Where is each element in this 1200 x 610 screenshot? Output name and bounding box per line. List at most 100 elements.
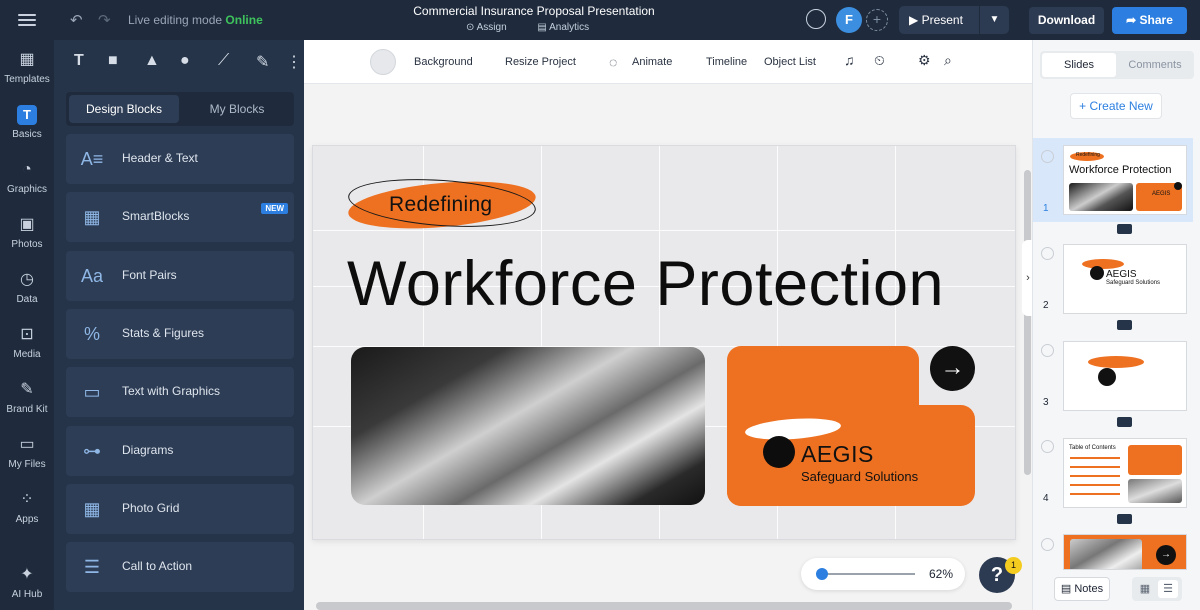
circle-tool-icon[interactable]: ●: [180, 52, 190, 70]
block-diagrams[interactable]: ⊶ Diagrams: [66, 426, 294, 476]
block-tabs: Design Blocks My Blocks: [66, 92, 294, 126]
document-title[interactable]: Commercial Insurance Proposal Presentati…: [400, 4, 668, 18]
slide-transition-icon[interactable]: [1117, 514, 1132, 524]
brand-name[interactable]: AEGIS: [801, 441, 874, 468]
rail-label: Graphics: [6, 184, 47, 195]
rail-label: AI Hub: [11, 589, 43, 600]
resize-project-button[interactable]: Resize Project: [505, 56, 576, 68]
zoom-track[interactable]: [817, 573, 915, 575]
tab-design-blocks[interactable]: Design Blocks: [69, 95, 179, 123]
slide-thumbnail-4[interactable]: Table of Contents: [1063, 438, 1187, 508]
block-photo-grid[interactable]: ▦ Photo Grid: [66, 484, 294, 534]
slide-thumbnail-2[interactable]: AEGIS Safeguard Solutions: [1063, 244, 1187, 314]
rail-item-media[interactable]: ⊡ Media: [0, 325, 54, 360]
animate-icon: ◌: [609, 54, 618, 70]
search-image-icon[interactable]: ⌕: [944, 52, 952, 69]
gear-icon[interactable]: ⚙: [918, 52, 931, 69]
block-font-pairs[interactable]: Aa Font Pairs: [66, 251, 294, 301]
rail-item-photos[interactable]: ▣ Photos: [0, 215, 54, 250]
assign-link[interactable]: ⊙ Assign: [466, 22, 521, 33]
rail-item-ai-hub[interactable]: ✦ AI Hub: [0, 565, 54, 600]
slide-transition-icon[interactable]: [1117, 320, 1132, 330]
horizontal-scrollbar[interactable]: [316, 602, 1012, 610]
share-label: Share: [1139, 13, 1173, 27]
rail-item-data[interactable]: ◷ Data: [0, 270, 54, 305]
rail-item-templates[interactable]: ▦ Templates: [0, 50, 54, 85]
triangle-tool-icon[interactable]: ▲: [144, 52, 160, 70]
background-button[interactable]: Background: [414, 56, 473, 68]
rail-label: Brand Kit: [6, 404, 48, 415]
analytics-link[interactable]: ▤ Analytics: [537, 22, 603, 33]
comment-icon[interactable]: [806, 9, 826, 29]
rail-item-my-files[interactable]: ▭ My Files: [0, 435, 54, 470]
text-tool-icon[interactable]: T: [74, 52, 84, 70]
header-text-icon: A≡: [80, 149, 104, 169]
add-collaborator-icon[interactable]: +: [866, 9, 888, 31]
timeline-button[interactable]: Timeline: [706, 56, 747, 68]
tab-comments[interactable]: Comments: [1118, 53, 1192, 77]
pen-tool-icon[interactable]: ✎: [256, 52, 269, 72]
background-swatch[interactable]: [370, 49, 396, 75]
slide-photo[interactable]: [351, 347, 705, 505]
block-call-to-action[interactable]: ☰ Call to Action: [66, 542, 294, 592]
title-sublinks: ⊙ Assign ▤ Analytics: [466, 22, 617, 33]
arrow-right-icon[interactable]: →: [930, 346, 975, 391]
rail-item-graphics[interactable]: ◔ Graphics: [0, 160, 54, 195]
slide-thumbnail-3[interactable]: [1063, 341, 1187, 411]
slide-transition-icon[interactable]: [1117, 417, 1132, 427]
share-button[interactable]: ➦ Share: [1112, 7, 1187, 34]
block-label: Text with Graphics: [122, 384, 221, 398]
notes-button[interactable]: ▤ Notes: [1054, 577, 1110, 601]
rail-label: Media: [13, 349, 41, 360]
slide-options-icon[interactable]: [1041, 247, 1054, 260]
slide-options-icon[interactable]: [1041, 150, 1054, 163]
animate-button[interactable]: Animate: [632, 56, 672, 68]
slide-number: 4: [1043, 493, 1049, 504]
pie-icon: ◷: [20, 271, 34, 288]
grid-view-icon[interactable]: ▦: [1135, 580, 1155, 598]
online-status: Online: [225, 13, 263, 27]
slide-options-icon[interactable]: [1041, 538, 1054, 551]
more-icon[interactable]: ⋮: [286, 52, 302, 72]
slide-options-icon[interactable]: [1041, 344, 1054, 357]
download-button[interactable]: Download: [1029, 7, 1104, 34]
tab-slides[interactable]: Slides: [1042, 53, 1116, 77]
list-view-icon[interactable]: ☰: [1158, 580, 1178, 598]
slide-transition-icon[interactable]: [1117, 224, 1132, 234]
slide-options-icon[interactable]: [1041, 440, 1054, 453]
chevron-down-icon[interactable]: ▼: [979, 6, 1009, 34]
block-smartblocks[interactable]: ▦ SmartBlocks NEW: [66, 192, 294, 242]
rail-item-brand-kit[interactable]: ✎ Brand Kit: [0, 380, 54, 415]
music-icon[interactable]: ♫: [844, 52, 855, 68]
brand-subtitle[interactable]: Safeguard Solutions: [801, 469, 918, 484]
avatar[interactable]: F: [836, 7, 862, 33]
menu-icon[interactable]: [18, 14, 36, 26]
alarm-icon[interactable]: ⏲: [874, 52, 885, 69]
rail-item-basics[interactable]: T Basics: [0, 105, 54, 140]
block-header-text[interactable]: A≡ Header & Text: [66, 134, 294, 184]
tab-my-blocks[interactable]: My Blocks: [182, 95, 292, 123]
redo-icon[interactable]: ↷: [98, 11, 111, 29]
undo-icon[interactable]: ↶: [70, 11, 83, 29]
rail-item-apps[interactable]: ⁘ Apps: [0, 490, 54, 525]
slide-thumbnail-5[interactable]: →: [1063, 534, 1187, 570]
slide-tagline[interactable]: Redefining: [389, 193, 492, 217]
rectangle-tool-icon[interactable]: ■: [108, 52, 118, 70]
block-text-graphics[interactable]: ▭ Text with Graphics: [66, 367, 294, 417]
line-tool-icon[interactable]: ⟋: [218, 52, 229, 70]
block-stats-figures[interactable]: % Stats & Figures: [66, 309, 294, 359]
rail-label: Templates: [4, 74, 50, 85]
rail-label: Basics: [12, 129, 42, 140]
vertical-scrollbar[interactable]: [1024, 170, 1031, 475]
zoom-slider-knob[interactable]: [816, 568, 828, 580]
object-list-button[interactable]: Object List: [764, 56, 816, 68]
slide-thumbnail-1[interactable]: Redefining Workforce Protection AEGIS: [1063, 145, 1187, 215]
block-label: Header & Text: [122, 151, 198, 165]
live-mode-label: Live editing mode: [128, 13, 223, 27]
zoom-value[interactable]: 62%: [929, 567, 953, 581]
view-toggle: ▦ ☰: [1132, 577, 1182, 601]
slide-title[interactable]: Workforce Protection: [347, 248, 944, 320]
create-new-button[interactable]: + Create New: [1070, 93, 1162, 119]
slides-panel: [1032, 40, 1200, 610]
present-button[interactable]: ▶ Present: [899, 6, 979, 34]
